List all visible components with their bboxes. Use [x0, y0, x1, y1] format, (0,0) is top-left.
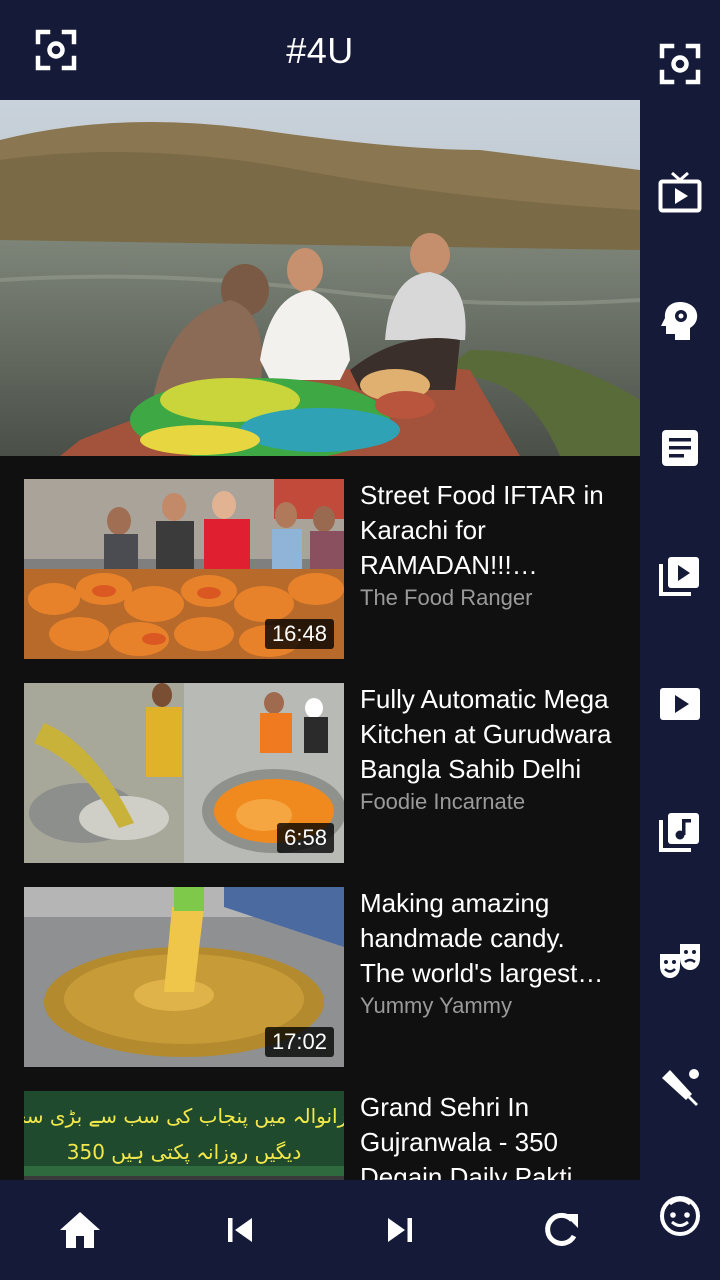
duration-badge: 6:58: [277, 823, 334, 853]
thumbnail-urdu-line2: 350 دیگیں روزانہ پکتی ہیں: [67, 1140, 302, 1165]
side-rail: [640, 0, 720, 1280]
video-meta: Making amazing handmade candy. The world…: [360, 886, 616, 1021]
list-item[interactable]: گوجرانوالہ میں پنجاب کی سب سے بڑی سحری 3…: [24, 1068, 624, 1180]
video-thumbnail[interactable]: گوجرانوالہ میں پنجاب کی سب سے بڑی سحری 3…: [24, 1091, 344, 1180]
channel-name: The Food Ranger: [360, 585, 533, 610]
video-meta: Grand Sehri In Gujranwala - 350 Degain D…: [360, 1090, 616, 1180]
rail-article[interactable]: [656, 424, 704, 472]
channel-name: Yummy Yammy: [360, 993, 512, 1018]
rail-tv[interactable]: [656, 168, 704, 216]
thumbnail-image: گوجرانوالہ میں پنجاب کی سب سے بڑی سحری 3…: [24, 1091, 344, 1180]
rail-youtube[interactable]: [656, 680, 704, 728]
rail-music[interactable]: [656, 808, 704, 856]
rail-playlist[interactable]: [656, 552, 704, 600]
video-library-icon: [659, 557, 699, 596]
top-bar: #4U: [0, 0, 640, 100]
video-frame-image: [0, 100, 640, 456]
head-gear-icon: [661, 302, 698, 340]
video-thumbnail[interactable]: 6:58: [24, 683, 344, 863]
home-icon[interactable]: [56, 1206, 104, 1254]
child-face-icon: [660, 1196, 700, 1236]
video-thumbnail[interactable]: 17:02: [24, 887, 344, 1067]
camera-focus-icon: [659, 43, 701, 85]
skip-next-icon[interactable]: [376, 1206, 424, 1254]
app-root: #4U 16:48 Street Food IFTAR in Karachi f…: [0, 0, 720, 1280]
duration-badge: 16:48: [264, 619, 334, 649]
list-item[interactable]: 17:02 Making amazing handmade candy. The…: [24, 864, 624, 1067]
rail-theater[interactable]: [656, 936, 704, 984]
bottom-bar: [0, 1180, 640, 1280]
tv-icon: [658, 171, 702, 213]
rail-kids[interactable]: [656, 1192, 704, 1240]
skip-previous-icon[interactable]: [216, 1206, 264, 1254]
duration-badge: 17:02: [264, 1027, 334, 1057]
video-title[interactable]: Street Food IFTAR in Karachi for RAMADAN…: [360, 478, 616, 583]
theater-masks-icon: [660, 944, 700, 978]
video-thumbnail[interactable]: 16:48: [24, 479, 344, 659]
video-title[interactable]: Making amazing handmade candy. The world…: [360, 886, 616, 991]
refresh-icon[interactable]: [536, 1206, 584, 1254]
music-library-icon: [659, 813, 699, 852]
rail-mind[interactable]: [656, 296, 704, 344]
play-icon: [660, 688, 700, 720]
video-title[interactable]: Grand Sehri In Gujranwala - 350 Degain D…: [360, 1090, 616, 1180]
list-item[interactable]: 6:58 Fully Automatic Mega Kitchen at Gur…: [24, 660, 624, 863]
channel-name: Foodie Incarnate: [360, 789, 526, 814]
thumbnail-urdu-line1: گوجرانوالہ میں پنجاب کی سب سے بڑی سحری: [24, 1104, 344, 1129]
video-title[interactable]: Fully Automatic Mega Kitchen at Gurudwar…: [360, 682, 616, 787]
video-list: 16:48 Street Food IFTAR in Karachi for R…: [0, 456, 640, 1180]
video-meta: Street Food IFTAR in Karachi for RAMADAN…: [360, 478, 616, 613]
video-meta: Fully Automatic Mega Kitchen at Gurudwar…: [360, 682, 616, 817]
video-player[interactable]: [0, 100, 640, 456]
rail-sports[interactable]: [656, 1064, 704, 1112]
rail-camera[interactable]: [656, 40, 704, 88]
article-icon: [662, 430, 698, 466]
cricket-icon: [662, 1069, 699, 1106]
list-item[interactable]: 16:48 Street Food IFTAR in Karachi for R…: [24, 456, 624, 659]
page-title: #4U: [286, 30, 354, 71]
